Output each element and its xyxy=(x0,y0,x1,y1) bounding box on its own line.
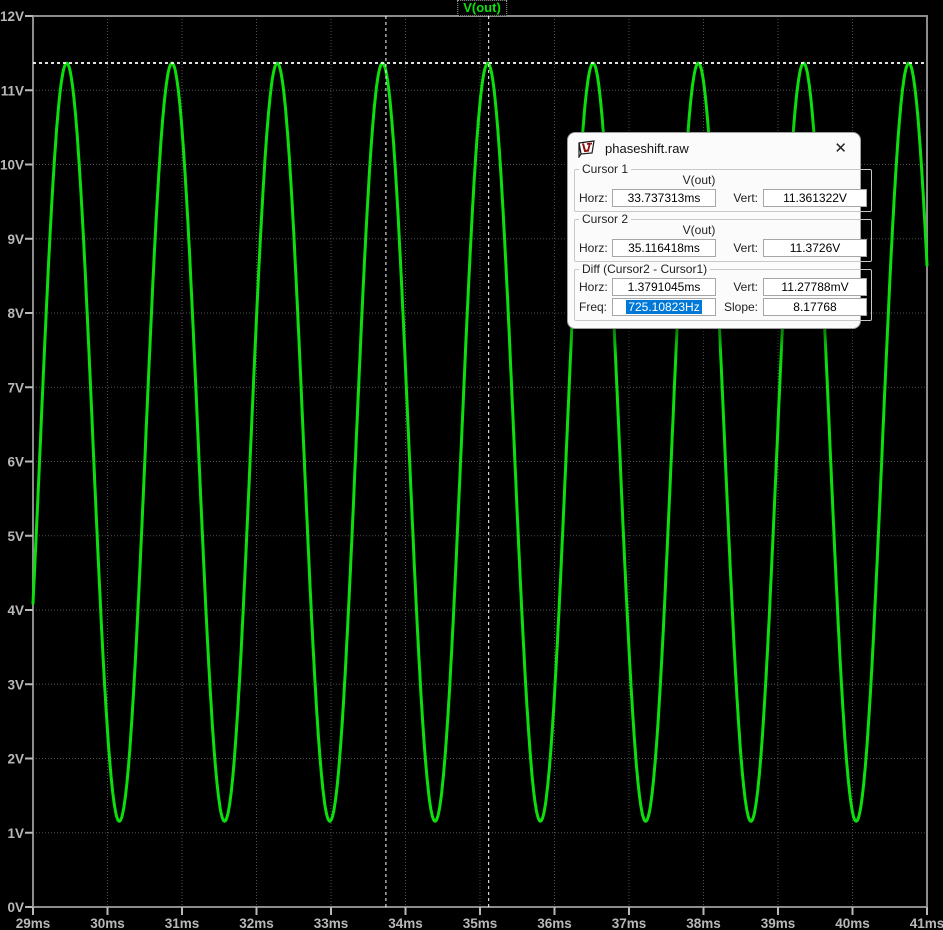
x-tick-label: 39ms xyxy=(761,916,796,930)
diff-freq-label: Freq: xyxy=(579,300,608,314)
cursor1-group: Cursor 1 V(out) Horz: 33.737313ms Vert: … xyxy=(574,162,872,212)
diff-vert-label: Vert: xyxy=(733,280,758,294)
x-tick-label: 36ms xyxy=(537,916,572,930)
cursor1-vert-field[interactable]: 11.361322V xyxy=(763,189,867,207)
y-tick-label: 3V xyxy=(7,677,24,692)
y-tick-label: 0V xyxy=(7,900,24,915)
y-tick-label: 1V xyxy=(7,826,24,841)
y-tick-label: 6V xyxy=(7,455,24,470)
diff-slope-field[interactable]: 8.17768 xyxy=(763,298,867,316)
diff-freq-field[interactable]: 725.10823Hz xyxy=(612,298,716,316)
cursor2-horz-field[interactable]: 35.116418ms xyxy=(612,239,716,257)
x-tick-label: 34ms xyxy=(388,916,423,930)
cursor1-horz-label: Horz: xyxy=(579,191,608,205)
cursor1-vert-label: Vert: xyxy=(733,191,758,205)
y-tick-label: 2V xyxy=(7,752,24,767)
x-tick-label: 40ms xyxy=(835,916,870,930)
cursor2-trace-name: V(out) xyxy=(682,223,716,237)
y-tick-label: 4V xyxy=(7,603,24,618)
y-tick-label: 9V xyxy=(7,232,24,247)
cursor2-group: Cursor 2 V(out) Horz: 35.116418ms Vert: … xyxy=(574,212,872,262)
y-tick-label: 11V xyxy=(1,83,24,98)
waveform-viewer-window: 0V 1V 2V 3V 4V 5V 6V 7V 8V 9V 10V 11V 12V 29ms 30ms 31m… xyxy=(0,0,943,930)
diff-group-label: Diff (Cursor2 - Cursor1) xyxy=(582,262,708,276)
diff-horz-field[interactable]: 1.3791045ms xyxy=(612,278,716,296)
plot-pane-title[interactable]: V(out) xyxy=(457,0,507,16)
dialog-title-bar[interactable]: phaseshift.raw ✕ xyxy=(568,133,860,162)
x-tick-label: 33ms xyxy=(314,916,349,930)
diff-vert-field[interactable]: 11.27788mV xyxy=(763,278,867,296)
y-tick-label: 8V xyxy=(7,306,24,321)
y-tick-label: 7V xyxy=(7,380,24,395)
x-tick-label: 37ms xyxy=(612,916,647,930)
diff-horz-label: Horz: xyxy=(579,280,608,294)
cursor2-horz-label: Horz: xyxy=(579,241,608,255)
y-tick-label: 5V xyxy=(7,529,24,544)
x-tick-label: 29ms xyxy=(16,916,51,930)
y-tick-label: 12V xyxy=(0,9,24,24)
x-tick-label: 35ms xyxy=(463,916,498,930)
x-tick-label: 30ms xyxy=(90,916,125,930)
cursor-dialog[interactable]: phaseshift.raw ✕ Cursor 1 V(out) Horz: 3… xyxy=(567,132,872,329)
cursor1-horz-field[interactable]: 33.737313ms xyxy=(612,189,716,207)
cursor1-trace-name: V(out) xyxy=(682,173,716,187)
x-tick-label: 32ms xyxy=(239,916,274,930)
close-icon[interactable]: ✕ xyxy=(829,140,852,157)
x-tick-label: 38ms xyxy=(686,916,721,930)
cursor2-vert-field[interactable]: 11.3726V xyxy=(763,239,867,257)
x-tick-label: 41ms xyxy=(910,916,943,930)
dialog-title: phaseshift.raw xyxy=(605,141,689,156)
diff-group: Diff (Cursor2 - Cursor1) Horz: 1.3791045… xyxy=(574,262,872,321)
ltspice-logo-icon xyxy=(577,139,597,159)
y-tick-label: 10V xyxy=(0,158,24,173)
x-tick-label: 31ms xyxy=(165,916,200,930)
diff-slope-label: Slope: xyxy=(723,300,758,314)
cursor2-vert-label: Vert: xyxy=(733,241,758,255)
